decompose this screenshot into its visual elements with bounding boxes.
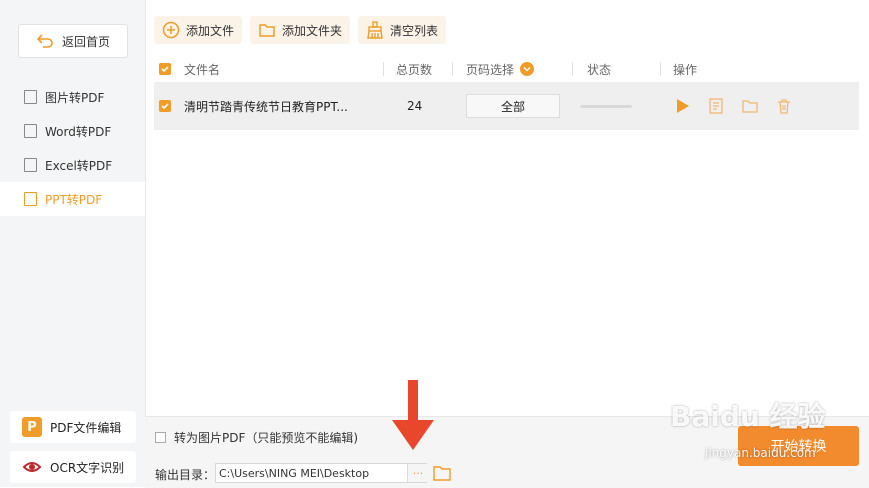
document-icon[interactable] — [708, 98, 724, 114]
checkbox-checked-icon — [159, 63, 171, 75]
file-name: 清明节踏青传统节日教育PPT... — [184, 99, 348, 114]
back-home-button[interactable]: 返回首页 — [18, 24, 128, 58]
column-header-status: 状态 — [587, 62, 612, 77]
folder-icon — [259, 24, 275, 37]
table-row[interactable]: 清明节踏青传统节日教育PPT... 24 全部 — [154, 82, 859, 130]
column-header-page-select[interactable]: 页码选择 — [466, 58, 535, 80]
checkbox-checked-icon — [159, 100, 171, 112]
toolbar: 添加文件 添加文件夹 清空列表 — [154, 16, 447, 44]
ppt-file-icon — [24, 192, 37, 206]
red-arrow-annotation — [392, 380, 434, 450]
image-pdf-option[interactable]: 转为图片PDF（只能预览不能编辑) — [155, 429, 358, 446]
eye-icon — [22, 457, 42, 477]
back-arrow-icon — [36, 34, 53, 48]
pdf-edit-tool-button[interactable]: P PDF文件编辑 — [10, 411, 136, 443]
trash-icon[interactable] — [776, 98, 792, 114]
page-range-select[interactable]: 全部 — [466, 94, 560, 118]
open-folder-icon[interactable] — [433, 465, 451, 485]
select-all-checkbox[interactable] — [159, 58, 171, 80]
sidebar-item-image-to-pdf[interactable]: 图片转PDF — [0, 80, 145, 114]
browse-button[interactable]: ··· — [407, 464, 428, 482]
row-checkbox[interactable] — [159, 82, 171, 130]
page-select-header-label: 页码选择 — [466, 62, 515, 77]
baidu-watermark-url: jingyan.baidu.com — [705, 446, 816, 460]
column-header-actions: 操作 — [673, 62, 698, 77]
column-header-filename: 文件名 — [184, 62, 221, 77]
clear-list-button[interactable]: 清空列表 — [358, 16, 447, 44]
output-dir-input[interactable]: C:\Users\NING MEI\Desktop — [215, 463, 427, 483]
word-file-icon — [24, 124, 37, 138]
sidebar-item-excel-to-pdf[interactable]: Excel转PDF — [0, 148, 145, 182]
page-count: 24 — [407, 99, 423, 113]
sidebar-item-label: Excel转PDF — [45, 158, 113, 173]
back-home-label: 返回首页 — [61, 34, 110, 49]
add-file-label: 添加文件 — [186, 23, 235, 38]
add-folder-label: 添加文件夹 — [282, 23, 343, 38]
sidebar-nav: 图片转PDF Word转PDF Excel转PDF PPT转PDF — [0, 80, 145, 216]
image-file-icon — [24, 90, 37, 104]
ocr-tool-button[interactable]: OCR文字识别 — [10, 451, 136, 483]
file-table-header: 文件名 总页数 页码选择 状态 操作 — [154, 58, 859, 80]
sidebar: 返回首页 图片转PDF Word转PDF Excel转PDF PPT转PDF P… — [0, 0, 146, 487]
output-dir-label: 输出目录： — [155, 468, 216, 482]
image-pdf-checkbox[interactable] — [155, 432, 166, 443]
sidebar-item-label: Word转PDF — [45, 124, 112, 139]
clear-list-label: 清空列表 — [390, 23, 439, 38]
row-actions — [674, 82, 792, 130]
status-progress-bar — [580, 104, 632, 108]
sidebar-item-label: 图片转PDF — [45, 90, 105, 105]
pdf-edit-icon: P — [22, 417, 42, 437]
ocr-label: OCR文字识别 — [50, 460, 125, 475]
sidebar-item-word-to-pdf[interactable]: Word转PDF — [0, 114, 145, 148]
sidebar-item-label: PPT转PDF — [45, 192, 103, 207]
broom-icon — [367, 21, 383, 39]
folder-open-icon[interactable] — [742, 98, 758, 114]
sidebar-item-ppt-to-pdf[interactable]: PPT转PDF — [0, 182, 145, 216]
pdf-edit-label: PDF文件编辑 — [50, 420, 122, 435]
excel-file-icon — [24, 158, 37, 172]
image-pdf-label: 转为图片PDF（只能预览不能编辑) — [174, 431, 359, 445]
add-folder-button[interactable]: 添加文件夹 — [250, 16, 351, 44]
baidu-watermark: Baidu 经验 — [670, 400, 826, 433]
column-header-pages: 总页数 — [396, 62, 433, 77]
add-circle-icon — [162, 21, 180, 39]
add-file-button[interactable]: 添加文件 — [154, 16, 243, 44]
play-icon[interactable] — [674, 98, 690, 114]
chevron-down-icon — [520, 62, 535, 76]
